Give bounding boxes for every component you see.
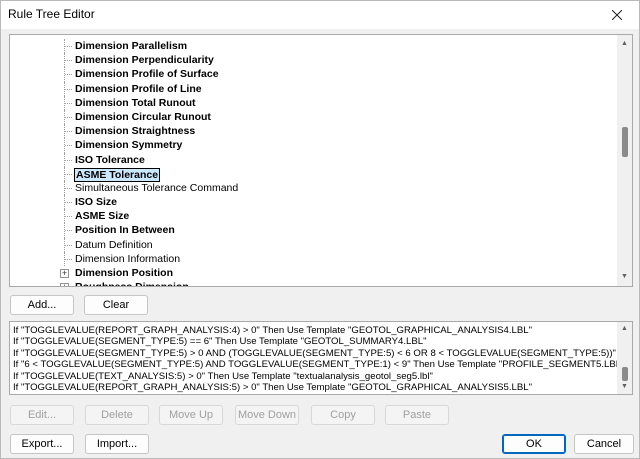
rule-tree-editor-window: Rule Tree Editor Dimension Parallelism Di… [0, 0, 640, 459]
paste-button[interactable]: Paste [385, 405, 449, 425]
tree-item-label[interactable]: Roughness Dimension [74, 280, 190, 286]
tree-item[interactable]: Position In Between [10, 223, 620, 238]
rule-line[interactable]: If "TOGGLEVALUE(REPORT_GRAPH_ANALYSIS:4)… [13, 325, 617, 336]
tree-item-label[interactable]: ISO Tolerance [74, 153, 146, 167]
delete-button[interactable]: Delete [85, 405, 149, 425]
rule-tree[interactable]: Dimension Parallelism Dimension Perpendic… [9, 34, 633, 287]
import-button[interactable]: Import... [85, 434, 149, 454]
tree-connector-line [65, 46, 72, 47]
tree-connector-line [65, 74, 72, 76]
tree-item-label[interactable]: Dimension Position [74, 266, 174, 280]
window-title: Rule Tree Editor [8, 7, 95, 21]
rules-scroll-down-icon[interactable]: ▼ [617, 381, 632, 393]
rules-scroll-up-icon[interactable]: ▲ [617, 323, 632, 335]
cancel-button[interactable]: Cancel [574, 434, 634, 454]
rules-scroll-thumb[interactable] [622, 367, 628, 381]
tree-item[interactable]: Simultaneous Tolerance Command [10, 180, 620, 196]
tree-item-label[interactable]: ISO Size [74, 195, 118, 209]
ok-button[interactable]: OK [502, 434, 566, 454]
tree-connector-line [65, 202, 72, 204]
tree-connector-line [65, 88, 72, 90]
tree-item[interactable]: Dimension Information [10, 251, 620, 266]
tree-connector-line [65, 187, 72, 189]
tree-item[interactable]: Dimension Perpendicularity [10, 53, 620, 68]
tree-scrollbar[interactable]: ▲ ▼ [617, 35, 632, 286]
tree-item-label[interactable]: Dimension Information [74, 252, 181, 266]
close-button[interactable] [595, 1, 639, 29]
rules-text-area[interactable]: If "TOGGLEVALUE(REPORT_GRAPH_ANALYSIS:4)… [9, 321, 633, 395]
tree-item-label[interactable]: Datum Definition [74, 238, 154, 252]
edit-button[interactable]: Edit... [10, 405, 74, 425]
rule-line[interactable]: If "TOGGLEVALUE(SEGMENT_TYPE:5) == 6" Th… [13, 336, 617, 347]
tree-item-label[interactable]: ASME Tolerance [74, 167, 161, 182]
tree-connector-line [65, 159, 72, 161]
tree-item-label[interactable]: Dimension Parallelism [74, 39, 188, 53]
rules-lines: If "TOGGLEVALUE(REPORT_GRAPH_ANALYSIS:4)… [13, 325, 617, 393]
scroll-down-icon[interactable]: ▼ [617, 270, 632, 284]
tree-item[interactable]: Dimension Profile of Line [10, 81, 620, 96]
tree-connector-line [65, 244, 72, 246]
tree-list: Dimension Parallelism Dimension Perpendic… [10, 39, 620, 286]
expand-plus-icon[interactable]: + [60, 283, 69, 286]
tree-connector-line [65, 116, 72, 118]
tree-item[interactable]: + Dimension Position [10, 266, 620, 280]
tree-connector-line [65, 216, 72, 218]
tree-connector-line [65, 60, 72, 62]
tree-item[interactable]: Dimension Profile of Surface [10, 67, 620, 82]
tree-item-label[interactable]: Dimension Profile of Line [74, 82, 203, 96]
add-button[interactable]: Add... [10, 295, 74, 315]
rule-line[interactable]: If "TOGGLEVALUE(TEXT_ANALYSIS:5) > 0" Th… [13, 371, 617, 382]
scroll-up-icon[interactable]: ▲ [617, 37, 632, 51]
tree-item-label[interactable]: Position In Between [74, 223, 176, 237]
tree-item-label[interactable]: ASME Size [74, 209, 130, 223]
expand-plus-icon[interactable]: + [60, 269, 69, 278]
tree-item-label[interactable]: Dimension Perpendicularity [74, 53, 215, 67]
tree-item-label[interactable]: Dimension Profile of Surface [74, 67, 220, 81]
copy-button[interactable]: Copy [311, 405, 375, 425]
export-button[interactable]: Export... [10, 434, 74, 454]
rules-scrollbar[interactable]: ▲ ▼ [617, 322, 632, 394]
tree-item[interactable]: ASME Tolerance [10, 166, 620, 182]
rule-line[interactable]: If "TOGGLEVALUE(REPORT_GRAPH_ANALYSIS:5)… [13, 382, 617, 393]
clear-button[interactable]: Clear [84, 295, 148, 315]
rule-line[interactable]: If "6 < TOGGLEVALUE(SEGMENT_TYPE:5) AND … [13, 359, 617, 370]
tree-item[interactable]: Datum Definition [10, 237, 620, 252]
move-up-button[interactable]: Move Up [159, 405, 223, 425]
tree-item[interactable]: Dimension Circular Runout [10, 109, 620, 125]
tree-item[interactable]: Dimension Total Runout [10, 95, 620, 110]
tree-connector-line [65, 145, 72, 147]
tree-item[interactable]: ISO Tolerance [10, 152, 620, 167]
tree-connector-line [65, 102, 72, 104]
tree-item[interactable]: Dimension Symmetry [10, 138, 620, 153]
tree-connector-line [65, 230, 72, 232]
tree-item[interactable]: Dimension Parallelism [10, 39, 620, 54]
tree-item[interactable]: Dimension Straightness [10, 124, 620, 139]
tree-connector-line [65, 258, 72, 260]
title-bar: Rule Tree Editor [1, 1, 639, 29]
tree-item-label[interactable]: Dimension Total Runout [74, 96, 197, 110]
tree-item-label[interactable]: Dimension Circular Runout [74, 110, 212, 124]
rule-line[interactable]: If "TOGGLEVALUE(SEGMENT_TYPE:5) > 0 AND … [13, 348, 617, 359]
tree-item-label[interactable]: Dimension Symmetry [74, 138, 183, 152]
tree-item-label[interactable]: Simultaneous Tolerance Command [74, 181, 239, 195]
tree-item-label[interactable]: Dimension Straightness [74, 124, 196, 138]
tree-item[interactable]: + Roughness Dimension [10, 280, 620, 286]
move-down-button[interactable]: Move Down [235, 405, 299, 425]
tree-item[interactable]: ASME Size [10, 209, 620, 224]
close-icon [612, 10, 622, 20]
tree-connector-line [65, 131, 72, 133]
tree-connector-line [65, 173, 72, 175]
tree-scroll-thumb[interactable] [622, 127, 628, 157]
tree-item[interactable]: ISO Size [10, 195, 620, 210]
